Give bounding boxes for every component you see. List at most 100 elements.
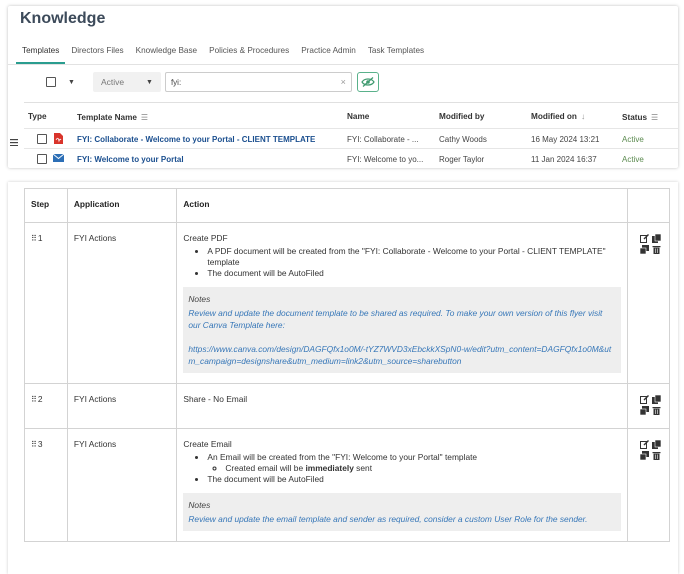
action-bullet: A PDF document will be created from the … (207, 246, 621, 268)
action-bullet: The document will be AutoFiled (207, 474, 621, 485)
delete-icon[interactable] (652, 405, 662, 415)
notes-title: Notes (188, 294, 211, 304)
templates-panel: Knowledge Templates Directors Files Know… (8, 6, 678, 168)
drag-handle-icon[interactable]: ⠿ (31, 440, 37, 449)
select-all-checkbox[interactable] (46, 77, 56, 87)
tab-task-templates[interactable]: Task Templates (362, 42, 430, 64)
email-icon (53, 154, 64, 162)
col-type[interactable]: Type (28, 112, 47, 121)
tab-templates[interactable]: Templates (16, 42, 66, 64)
row-actions-cell (626, 383, 671, 429)
templates-grid-header: Type Template Name ☰ Name Modified by Mod… (24, 102, 678, 128)
row-checkbox[interactable] (37, 134, 47, 144)
search-input-value: fyi: (170, 77, 182, 87)
tabs-divider (8, 64, 678, 65)
notes-text: Review and update the document template … (188, 308, 603, 330)
sub-bullet-emphasis: immediately (305, 463, 354, 473)
table-row[interactable]: FYI: Welcome to your Portal FYI: Welcome… (24, 148, 678, 168)
sort-down-icon[interactable]: ↓ (581, 112, 585, 121)
hamburger-menu-icon[interactable] (10, 139, 18, 146)
action-bullet: An Email will be created from the "FYI: … (207, 452, 621, 474)
row-actions (640, 439, 663, 460)
col-modified-on-label: Modified on (531, 112, 577, 121)
step-number: 3 (37, 439, 43, 449)
notes-box: Notes Review and update the document tem… (183, 287, 621, 373)
workflow-steps-panel: Step Application Action ⠿ 1 FYI Actions C… (8, 182, 678, 574)
canva-template-link[interactable]: https://www.canva.com/design/DAGFQfx1o0M… (188, 343, 616, 367)
action-title: Create Email (183, 439, 232, 449)
action-details: An Email will be created from the "FYI: … (207, 452, 621, 485)
action-bullet-text: An Email will be created from the "FYI: … (207, 452, 478, 462)
action-cell: Create PDF A PDF document will be create… (176, 222, 628, 384)
col-name[interactable]: Name (347, 112, 369, 121)
filter-icon[interactable]: ☰ (141, 113, 148, 122)
filter-icon[interactable]: ☰ (651, 113, 658, 122)
status-cell: Active (622, 155, 644, 164)
modified-by-cell: Cathy Woods (439, 135, 487, 144)
notes-title: Notes (188, 500, 211, 510)
delete-icon[interactable] (652, 450, 662, 460)
edit-icon[interactable] (640, 439, 650, 449)
edit-icon[interactable] (640, 233, 650, 243)
template-name-link[interactable]: FYI: Welcome to your Portal (77, 155, 184, 164)
step-cell: ⠿ 1 (24, 222, 68, 384)
copy-icon[interactable] (652, 394, 662, 404)
steps-header-row: Step Application Action (24, 188, 671, 223)
search-input[interactable]: fyi: × (164, 72, 352, 92)
row-checkbox[interactable] (37, 154, 47, 164)
duplicate-icon[interactable] (640, 405, 650, 415)
delete-icon[interactable] (652, 244, 662, 254)
step-number: 1 (37, 233, 43, 243)
col-action: Action (176, 188, 628, 223)
row-actions (640, 233, 663, 254)
duplicate-icon[interactable] (640, 244, 650, 254)
col-status-label: Status (622, 113, 648, 122)
copy-icon[interactable] (652, 439, 662, 449)
row-actions (640, 394, 663, 415)
duplicate-icon[interactable] (640, 450, 650, 460)
col-template-name-label: Template Name (77, 113, 137, 122)
page-title: Knowledge (20, 10, 106, 27)
col-template-name[interactable]: Template Name ☰ (77, 112, 148, 122)
template-name-link[interactable]: FYI: Collaborate - Welcome to your Porta… (77, 135, 315, 144)
chevron-down-icon: ▼ (146, 78, 153, 86)
filter-bar: ▼ Active ▼ fyi: × (38, 70, 379, 94)
table-row: ⠿ 2 FYI Actions Share - No Email (24, 383, 671, 429)
tab-directors-files[interactable]: Directors Files (65, 42, 129, 64)
modified-by-cell: Roger Taylor (439, 155, 485, 164)
toggle-visibility-button[interactable] (356, 72, 379, 92)
action-title: Share - No Email (183, 394, 248, 404)
workflow-steps-table: Step Application Action ⠿ 1 FYI Actions C… (24, 188, 671, 542)
action-sub-details: Created email will be immediately sent (225, 463, 621, 474)
tab-knowledge-base[interactable]: Knowledge Base (130, 42, 203, 64)
tab-policies-procedures[interactable]: Policies & Procedures (203, 42, 295, 64)
status-filter-select[interactable]: Active ▼ (92, 72, 161, 92)
notes-text: Review and update the email template and… (188, 514, 588, 524)
col-status[interactable]: Status ☰ (622, 112, 658, 122)
tab-practice-admin[interactable]: Practice Admin (295, 42, 362, 64)
tab-bar: Templates Directors Files Knowledge Base… (16, 42, 430, 64)
col-modified-on[interactable]: Modified on ↓ (531, 112, 585, 121)
action-cell: Create Email An Email will be created fr… (176, 428, 628, 542)
action-bullet: The document will be AutoFiled (207, 268, 621, 279)
step-cell: ⠿ 2 (24, 383, 68, 429)
edit-icon[interactable] (640, 394, 650, 404)
copy-icon[interactable] (652, 233, 662, 243)
drag-handle-icon[interactable]: ⠿ (31, 234, 37, 243)
application-cell: FYI Actions (66, 383, 178, 429)
action-cell: Share - No Email (176, 383, 628, 429)
name-cell: FYI: Collaborate - ... (347, 135, 419, 144)
action-sub-bullet: Created email will be immediately sent (225, 463, 621, 474)
col-step: Step (24, 188, 68, 223)
status-cell: Active (622, 135, 644, 144)
sub-bullet-prefix: Created email will be (225, 463, 306, 473)
table-row: ⠿3 FYI Actions Create Email An Email wil… (24, 428, 671, 542)
modified-on-cell: 11 Jan 2024 16:37 (531, 155, 597, 164)
application-cell: FYI Actions (66, 428, 178, 542)
clear-search-icon[interactable]: × (341, 77, 346, 87)
table-row[interactable]: FYI: Collaborate - Welcome to your Porta… (24, 128, 678, 148)
drag-handle-icon[interactable]: ⠿ (31, 395, 37, 404)
col-modified-by[interactable]: Modified by (439, 112, 484, 121)
pdf-icon (54, 133, 63, 144)
bulk-action-chevron-down-icon[interactable]: ▼ (68, 79, 75, 86)
